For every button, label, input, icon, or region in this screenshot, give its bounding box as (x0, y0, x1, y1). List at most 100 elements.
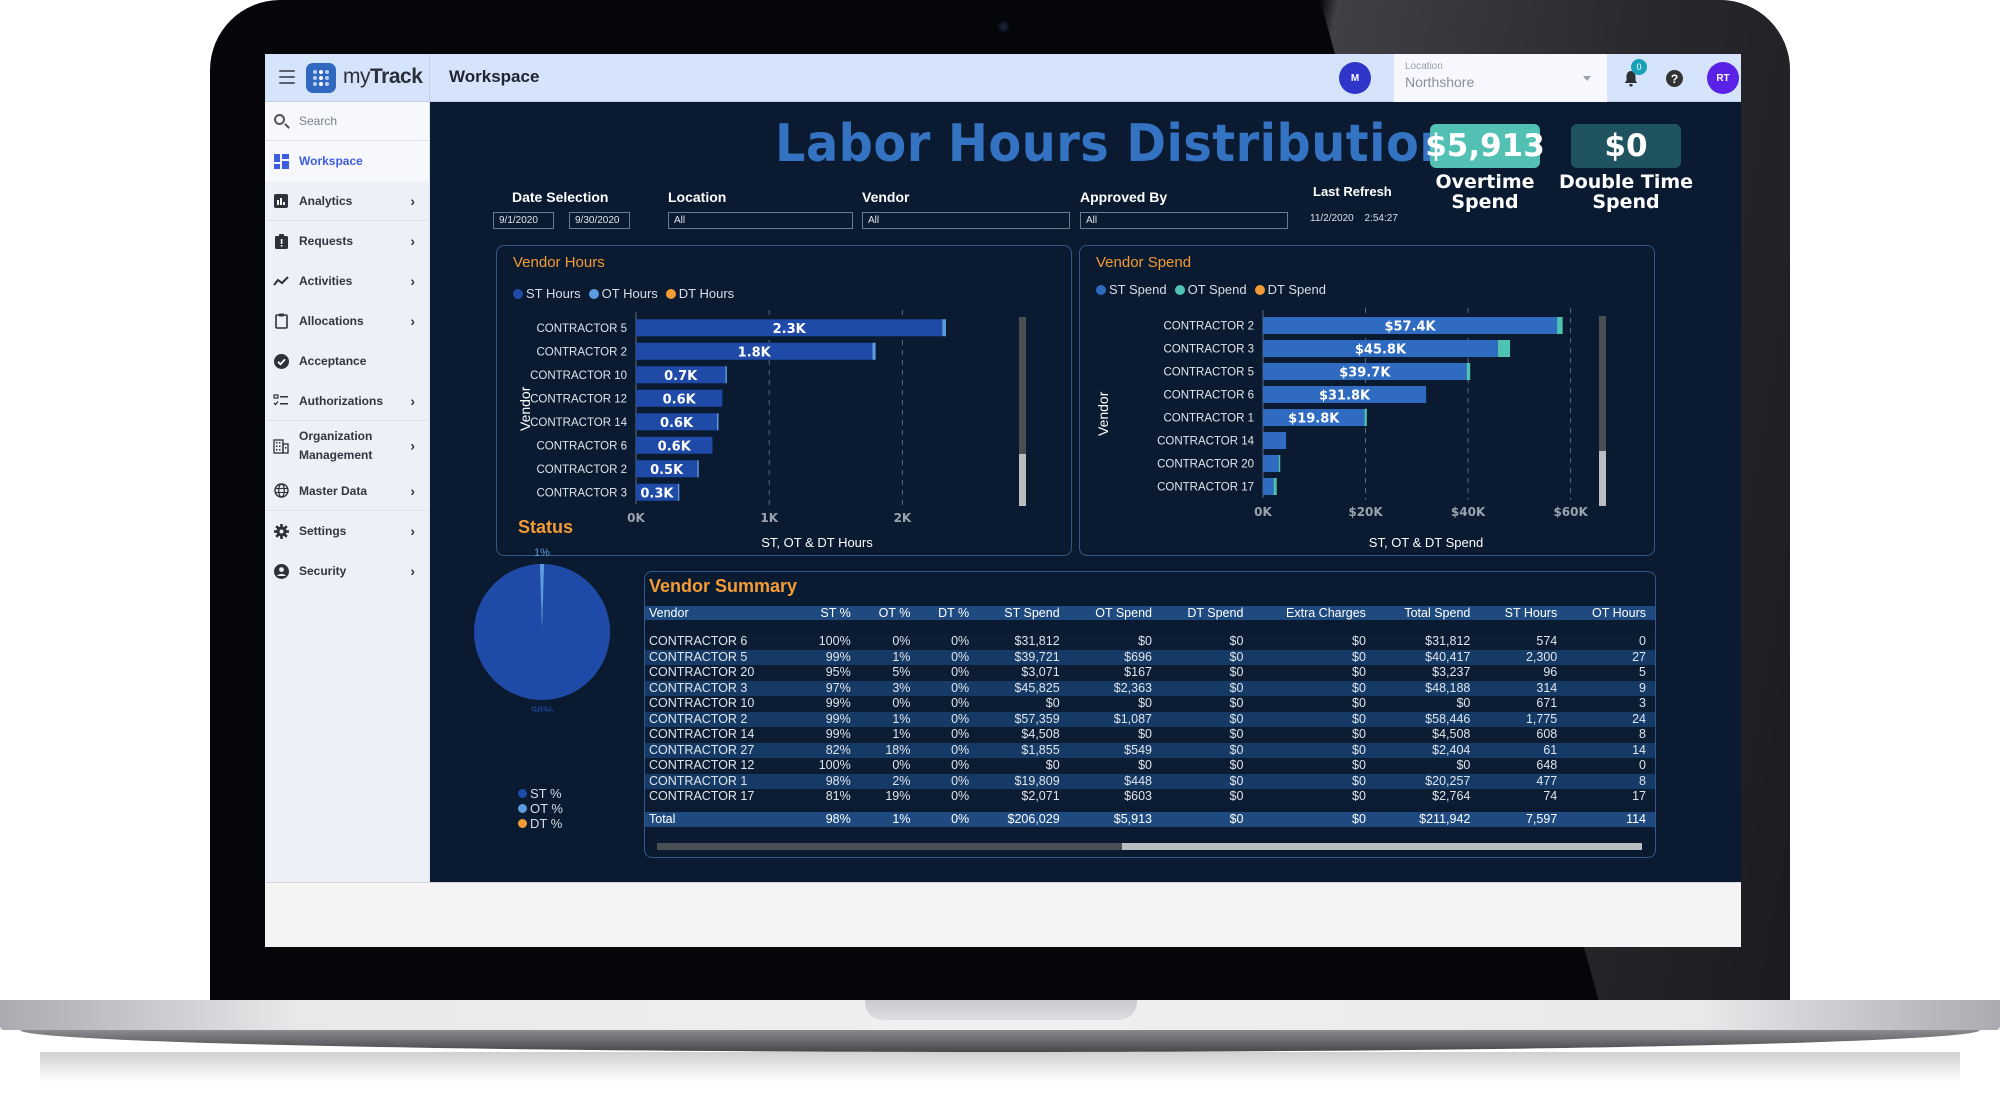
last-refresh-label: Last Refresh (1313, 184, 1392, 199)
clipboard-alert-icon (273, 233, 289, 249)
column-header[interactable]: OT Hours (1567, 606, 1655, 620)
sidebar-item-settings[interactable]: Settings › (265, 511, 429, 551)
sidebar-item-workspace[interactable]: Workspace (265, 141, 429, 181)
column-header[interactable]: Extra Charges (1253, 606, 1376, 620)
table-row[interactable]: CONTRACTOR 17 81% 19% 0% $2,071 $603 $0 $0 $2,76… (645, 789, 1655, 805)
table-row[interactable]: CONTRACTOR 10 99% 0% 0% $0 $0 $0 $0 $0 671 3 (645, 696, 1655, 712)
table-cell: 8 (1567, 727, 1655, 743)
y-tick-label: CONTRACTOR 14 (1157, 436, 1255, 448)
search-input[interactable]: Search (299, 114, 337, 128)
table-cell: $48,188 (1375, 680, 1481, 696)
date-from-input[interactable]: 9/1/2020 (493, 212, 554, 229)
table-cell: CONTRACTOR 6 (645, 634, 801, 650)
data-label: 2.3K (773, 322, 807, 337)
table-cell: $0 (1069, 634, 1162, 650)
total-cell: 114 (1567, 811, 1655, 827)
sidebar-item-security[interactable]: Security › (265, 551, 429, 591)
bar-st-spend (1263, 455, 1279, 472)
sidebar-item-requests[interactable]: Requests › (265, 221, 429, 261)
legend-item-st-pct[interactable]: ST % (518, 786, 563, 801)
table-row[interactable]: CONTRACTOR 5 99% 1% 0% $39,721 $696 $0 $0 $40,41… (645, 649, 1655, 665)
sidebar-item-organization-management[interactable]: Organization Management › (265, 421, 429, 471)
sidebar-item-authorizations[interactable]: Authorizations › (265, 381, 429, 421)
table-cell: $0 (1253, 742, 1376, 758)
x-tick-label: $40K (1451, 505, 1486, 519)
sidebar-item-activities[interactable]: Activities › (265, 261, 429, 301)
table-cell: $603 (1069, 789, 1162, 805)
table-row[interactable]: CONTRACTOR 27 82% 18% 0% $1,855 $549 $0 $0 $2,40… (645, 742, 1655, 758)
total-cell: $0 (1161, 811, 1254, 827)
table-cell: $0 (1161, 634, 1254, 650)
workspace-avatar[interactable]: M (1339, 62, 1371, 94)
table-cell: $19,809 (979, 773, 1070, 789)
column-header[interactable]: DT % (920, 606, 980, 620)
scrollbar-thumb[interactable] (1599, 451, 1606, 506)
table-cell: $1,087 (1069, 711, 1162, 727)
chevron-right-icon: › (410, 313, 415, 329)
table-cell: $0 (1161, 680, 1254, 696)
column-header[interactable]: ST Spend (979, 606, 1070, 620)
table-cell: 0% (920, 649, 980, 665)
table-cell: $0 (1161, 727, 1254, 743)
table-row[interactable]: CONTRACTOR 6 100% 0% 0% $31,812 $0 $0 $0 $31,812… (645, 634, 1655, 650)
brand-suffix: Track (370, 65, 423, 88)
table-cell: 3% (860, 680, 921, 696)
menu-icon[interactable] (279, 70, 295, 84)
sidebar-item-label: Acceptance (299, 354, 367, 368)
overtime-spend-label: Overtime Spend (1415, 172, 1555, 212)
approved-by-dropdown[interactable]: All (1080, 212, 1288, 229)
vendor-spend-scrollbar[interactable] (1599, 316, 1606, 506)
trend-line-icon (273, 273, 289, 289)
scrollbar-thumb[interactable] (1019, 454, 1026, 506)
column-header[interactable]: ST % (800, 606, 861, 620)
table-cell: $4,508 (979, 727, 1070, 743)
table-row[interactable]: CONTRACTOR 20 95% 5% 0% $3,071 $167 $0 $0 $3,237… (645, 665, 1655, 681)
table-row[interactable]: CONTRACTOR 1 98% 2% 0% $19,809 $448 $0 $0 $20,25… (645, 773, 1655, 789)
bar-ot-spend (1557, 317, 1563, 334)
table-cell: 8 (1567, 773, 1655, 789)
column-header[interactable]: Total Spend (1375, 606, 1481, 620)
summary-horizontal-scrollbar[interactable] (657, 843, 1642, 850)
vendor-hours-scrollbar[interactable] (1019, 317, 1026, 506)
location-selector[interactable]: Location Northshore (1394, 54, 1607, 102)
column-header[interactable]: Vendor (645, 606, 801, 620)
total-cell: 98% (800, 811, 861, 827)
table-row[interactable]: CONTRACTOR 2 99% 1% 0% $57,359 $1,087 $0 $0 $58,… (645, 711, 1655, 727)
notification-badge: 0 (1631, 59, 1647, 75)
kpi-label-line: Spend (1592, 191, 1660, 213)
table-row[interactable]: CONTRACTOR 14 99% 1% 0% $4,508 $0 $0 $0 $4,508 60… (645, 727, 1655, 743)
building-icon (273, 438, 289, 454)
y-tick-label: CONTRACTOR 12 (530, 393, 627, 405)
table-cell: 61 (1480, 742, 1568, 758)
last-refresh-value: 11/2/2020 2:54:27 (1310, 213, 1398, 224)
table-row[interactable]: CONTRACTOR 12 100% 0% 0% $0 $0 $0 $0 $0 648 0 (645, 758, 1655, 774)
table-row[interactable]: CONTRACTOR 3 97% 3% 0% $45,825 $2,363 $0 $0 $48,… (645, 680, 1655, 696)
table-cell: $0 (1253, 680, 1376, 696)
table-cell: 19% (860, 789, 921, 805)
vendor-filter-dropdown[interactable]: All (862, 212, 1070, 229)
report-canvas: Labor Hours Distribution $5,913 Overtime… (430, 102, 1741, 882)
column-header[interactable]: OT % (860, 606, 921, 620)
user-avatar[interactable]: RT (1707, 62, 1739, 94)
scrollbar-thumb[interactable] (1122, 843, 1642, 850)
sidebar-item-analytics[interactable]: Analytics › (265, 181, 429, 221)
bar-ot-spend (1497, 340, 1511, 357)
location-filter-dropdown[interactable]: All (668, 212, 853, 229)
table-cell: 96 (1480, 665, 1568, 681)
sidebar-search[interactable]: Search (265, 102, 429, 141)
help-icon[interactable]: ? (1666, 70, 1683, 87)
table-cell: CONTRACTOR 1 (645, 773, 801, 789)
chevron-right-icon: › (410, 437, 415, 454)
table-cell: $0 (1253, 773, 1376, 789)
sidebar-item-master-data[interactable]: Master Data › (265, 471, 429, 511)
column-header[interactable]: OT Spend (1069, 606, 1162, 620)
column-header[interactable]: DT Spend (1161, 606, 1254, 620)
date-to-input[interactable]: 9/30/2020 (569, 212, 630, 229)
column-header[interactable]: ST Hours (1480, 606, 1568, 620)
double-time-spend-label: Double Time Spend (1556, 172, 1696, 212)
legend-item-ot-pct[interactable]: OT % (518, 801, 563, 816)
status-title: Status (518, 517, 574, 537)
legend-item-dt-pct[interactable]: DT % (518, 816, 563, 831)
sidebar-item-allocations[interactable]: Allocations › (265, 301, 429, 341)
sidebar-item-acceptance[interactable]: Acceptance (265, 341, 429, 381)
